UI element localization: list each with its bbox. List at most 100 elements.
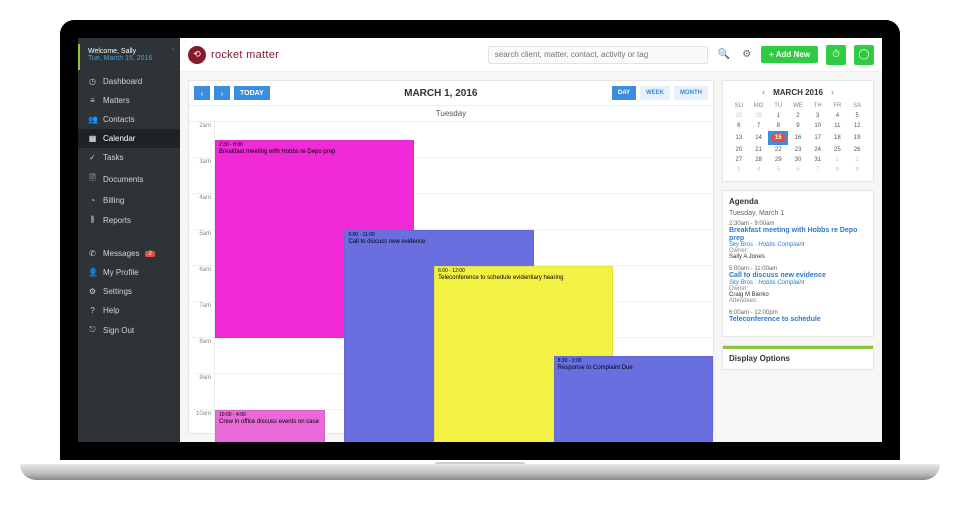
mini-day[interactable]: 29 bbox=[749, 111, 769, 121]
mini-day[interactable]: 12 bbox=[847, 121, 867, 131]
mini-day[interactable]: 10 bbox=[808, 121, 828, 131]
sidebar-item-contacts[interactable]: 👥Contacts bbox=[78, 110, 180, 129]
sidebar-item-label: Documents bbox=[103, 175, 143, 184]
mini-next-button[interactable]: › bbox=[831, 87, 834, 97]
mini-day[interactable]: 28 bbox=[749, 155, 769, 165]
mini-day[interactable]: 5 bbox=[768, 165, 788, 175]
mini-day[interactable]: 3 bbox=[808, 111, 828, 121]
mini-day[interactable]: 5 bbox=[847, 111, 867, 121]
sidebar-item-label: Matters bbox=[103, 96, 130, 105]
mini-day[interactable]: 2 bbox=[788, 111, 808, 121]
circle-button[interactable]: ◯ bbox=[854, 45, 874, 65]
sidebar-item-sign-out[interactable]: ⎋Sign Out bbox=[78, 320, 180, 340]
agenda-item[interactable]: 2:30am - 9:00amBreakfast meeting with Ho… bbox=[729, 221, 867, 260]
hour-label: 6am bbox=[189, 266, 214, 302]
mini-day[interactable]: 13 bbox=[729, 131, 749, 145]
search-input[interactable] bbox=[488, 46, 708, 64]
sidebar-item-label: Dashboard bbox=[103, 77, 142, 86]
sidebar-item-label: Settings bbox=[103, 287, 132, 296]
sidebar-item-my-profile[interactable]: 👤My Profile bbox=[78, 263, 180, 282]
mini-day[interactable]: 8 bbox=[828, 165, 848, 175]
mini-day[interactable]: 31 bbox=[808, 155, 828, 165]
timer-button[interactable]: ⏱ bbox=[826, 45, 846, 65]
mini-day[interactable]: 11 bbox=[828, 121, 848, 131]
mini-day[interactable]: 19 bbox=[847, 131, 867, 145]
dow-label: TU bbox=[768, 101, 788, 111]
cal-prev-button[interactable]: ‹ bbox=[194, 86, 210, 100]
sidebar-item-tasks[interactable]: ✓Tasks bbox=[78, 148, 180, 167]
mini-calendar-table[interactable]: SUMOTUWETHFRSA28291234567891011121314151… bbox=[729, 101, 867, 175]
sidebar-item-calendar[interactable]: ▦Calendar bbox=[78, 129, 180, 148]
agenda-day: Tuesday, March 1 bbox=[729, 210, 867, 217]
main-area: ⟲ rocket matter 🔍 ⚙ + Add New ⏱ ◯ bbox=[180, 38, 882, 442]
sidebar-item-help[interactable]: ?Help bbox=[78, 301, 180, 320]
mini-day[interactable]: 17 bbox=[808, 131, 828, 145]
mini-day[interactable]: 7 bbox=[749, 121, 769, 131]
logo[interactable]: ⟲ rocket matter bbox=[188, 46, 279, 64]
matters-icon: ≡ bbox=[88, 96, 97, 105]
sidebar-item-label: Tasks bbox=[103, 153, 123, 162]
mini-day[interactable]: 25 bbox=[828, 145, 848, 155]
mini-day[interactable]: 4 bbox=[749, 165, 769, 175]
dow-label: WE bbox=[788, 101, 808, 111]
agenda-item[interactable]: 6:00am - 12:00pmTeleconference to schedu… bbox=[729, 310, 867, 324]
agenda-title: Teleconference to schedule bbox=[729, 316, 867, 324]
agenda-item[interactable]: 5:00am - 11:00amCall to discuss new evid… bbox=[729, 266, 867, 304]
mini-day[interactable]: 20 bbox=[729, 145, 749, 155]
mini-day[interactable]: 16 bbox=[788, 131, 808, 145]
hour-label: 3am bbox=[189, 158, 214, 194]
collapse-icon[interactable]: ‹ bbox=[172, 46, 174, 53]
mini-day[interactable]: 15 bbox=[768, 131, 788, 145]
mini-day[interactable]: 9 bbox=[847, 165, 867, 175]
mini-day[interactable]: 28 bbox=[729, 111, 749, 121]
sidebar-item-matters[interactable]: ≡ Matters bbox=[78, 91, 180, 110]
sidebar-item-dashboard[interactable]: ◷Dashboard bbox=[78, 72, 180, 91]
mini-day[interactable]: 9 bbox=[788, 121, 808, 131]
mini-day[interactable]: 18 bbox=[828, 131, 848, 145]
mini-day[interactable]: 23 bbox=[788, 145, 808, 155]
gear-icon[interactable]: ⚙ bbox=[740, 49, 753, 60]
mini-day[interactable]: 3 bbox=[729, 165, 749, 175]
mini-day[interactable]: 26 bbox=[847, 145, 867, 155]
sidebar-item-label: Messages bbox=[103, 249, 139, 258]
calendar-grid[interactable]: 2am3am4am5am6am7am8am9am10am 2:30 - 8:00… bbox=[189, 122, 713, 442]
mini-day[interactable]: 29 bbox=[768, 155, 788, 165]
view-week-button[interactable]: WEEK bbox=[640, 86, 670, 100]
mini-day[interactable]: 30 bbox=[788, 155, 808, 165]
event-slots[interactable]: 2:30 - 8:00Breakfast meeting with Hobbs … bbox=[215, 122, 713, 442]
dow-label: MO bbox=[749, 101, 769, 111]
mini-day[interactable]: 21 bbox=[749, 145, 769, 155]
today-button[interactable]: TODAY bbox=[234, 86, 270, 100]
sidebar-item-messages[interactable]: ✆Messages2 bbox=[78, 244, 180, 263]
welcome-date: Tue, March 15, 2016 bbox=[88, 55, 172, 62]
sidebar-item-reports[interactable]: ⫼Reports bbox=[78, 210, 180, 230]
search-icon[interactable]: 🔍 bbox=[716, 49, 732, 60]
mini-day[interactable]: 22 bbox=[768, 145, 788, 155]
mini-day[interactable]: 4 bbox=[828, 111, 848, 121]
mini-day[interactable]: 6 bbox=[729, 121, 749, 131]
hour-label: 9am bbox=[189, 374, 214, 410]
view-day-button[interactable]: DAY bbox=[612, 86, 636, 100]
sidebar-item-settings[interactable]: ⚙Settings bbox=[78, 282, 180, 301]
mini-day[interactable]: 8 bbox=[768, 121, 788, 131]
agenda-title: Call to discuss new evidence bbox=[729, 272, 867, 280]
mini-day[interactable]: 1 bbox=[828, 155, 848, 165]
mini-day[interactable]: 24 bbox=[808, 145, 828, 155]
calendar-event[interactable]: 10:00 - 4:00Crew in office discuss event… bbox=[215, 410, 325, 442]
mini-day[interactable]: 1 bbox=[768, 111, 788, 121]
view-month-button[interactable]: MONTH bbox=[674, 86, 708, 100]
mini-day[interactable]: 6 bbox=[788, 165, 808, 175]
sidebar-item-documents[interactable]: 🗎Documents bbox=[78, 167, 180, 191]
add-new-button[interactable]: + Add New bbox=[761, 46, 818, 63]
mini-day[interactable]: 2 bbox=[847, 155, 867, 165]
mini-day[interactable]: 27 bbox=[729, 155, 749, 165]
display-options-panel[interactable]: Display Options bbox=[722, 345, 874, 370]
cal-next-button[interactable]: › bbox=[214, 86, 230, 100]
mini-day[interactable]: 7 bbox=[808, 165, 828, 175]
logo-text: rocket matter bbox=[211, 49, 279, 61]
calendar-event[interactable]: 8:30 - 3:00Response to Complaint Due bbox=[554, 356, 713, 442]
mini-day[interactable]: 14 bbox=[749, 131, 769, 145]
event-title: Response to Complaint Due bbox=[558, 365, 709, 372]
mini-prev-button[interactable]: ‹ bbox=[762, 87, 765, 97]
sidebar-item-billing[interactable]: ◔Billing bbox=[78, 191, 180, 210]
